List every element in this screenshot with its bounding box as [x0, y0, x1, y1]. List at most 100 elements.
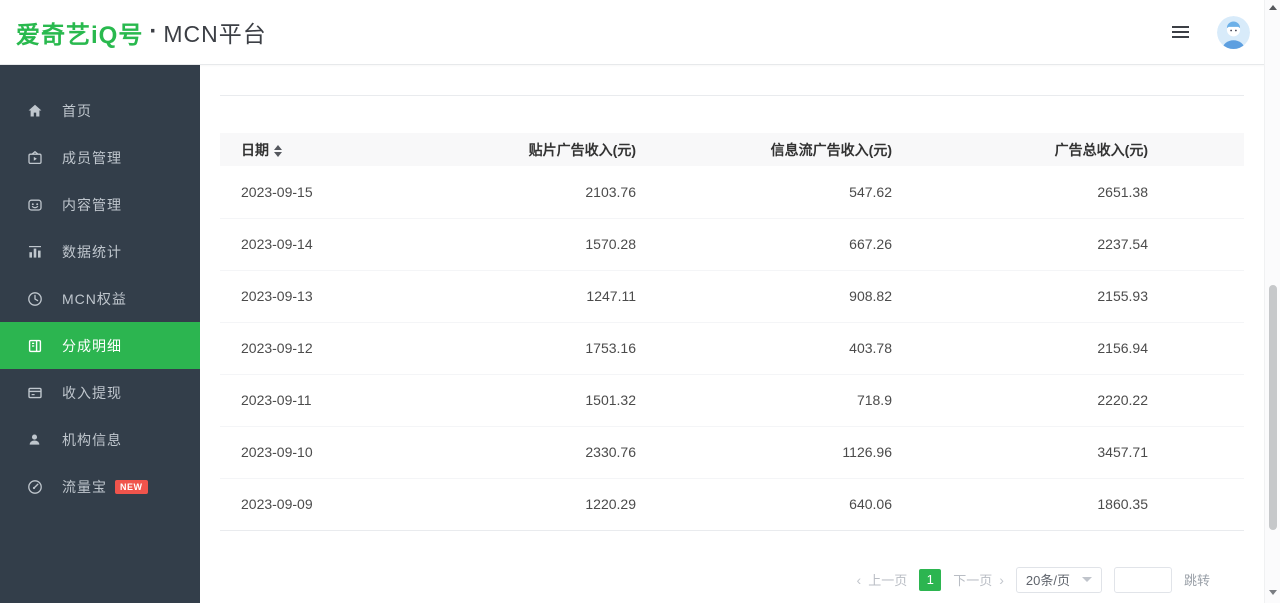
person-icon	[26, 431, 43, 448]
chevron-right-icon: ›	[999, 573, 1004, 587]
sidebar-item-6[interactable]: 收入提现	[0, 369, 200, 416]
table-row: 2023-09-121753.16403.782156.94	[220, 322, 1244, 374]
app-window: 爱奇艺iQ号 · MCN平台 首页成员管理内容管理数据统计 MCN权益分成明细收入…	[0, 0, 1280, 603]
cell-value: 1126.96	[732, 426, 988, 478]
cell-value: 908.82	[732, 270, 988, 322]
cell-value: 2237.54	[988, 218, 1244, 270]
column-header-2: 信息流广告收入(元)	[732, 133, 988, 166]
cell-value: 2330.76	[476, 426, 732, 478]
column-header-label: 信息流广告收入(元)	[771, 142, 892, 158]
revenue-share-icon	[26, 337, 43, 354]
sidebar-item-label: 内容管理	[62, 195, 122, 215]
next-page-label: 下一页	[953, 570, 992, 589]
column-header-0[interactable]: 日期	[220, 133, 476, 166]
page-size-select[interactable]: 20条/页	[1016, 567, 1102, 593]
table-row: 2023-09-102330.761126.963457.71	[220, 426, 1244, 478]
cell-value: 3457.71	[988, 426, 1244, 478]
table-row: 2023-09-152103.76547.622651.38	[220, 166, 1244, 218]
chevron-down-icon	[1082, 577, 1092, 582]
next-page-button[interactable]: 下一页 ›	[953, 570, 1004, 589]
cell-value: 667.26	[732, 218, 988, 270]
top-header: 爱奇艺iQ号 · MCN平台	[0, 0, 1280, 65]
sidebar-item-label: 流量宝	[62, 477, 107, 497]
members-icon	[26, 149, 43, 166]
withdraw-icon	[26, 384, 43, 401]
cell-date: 2023-09-10	[220, 426, 476, 478]
cell-value: 2156.94	[988, 322, 1244, 374]
home-icon	[26, 102, 43, 119]
table-row: 2023-09-111501.32718.92220.22	[220, 374, 1244, 426]
vertical-scrollbar[interactable]	[1264, 0, 1280, 603]
scroll-up-icon[interactable]	[1265, 5, 1280, 10]
current-page-button[interactable]: 1	[919, 569, 941, 591]
main-content: 日期 贴片广告收入(元) 信息流广告收入(元) 广告总收入(元) 2023-09-15…	[200, 65, 1264, 603]
revenue-table: 日期 贴片广告收入(元) 信息流广告收入(元) 广告总收入(元) 2023-09-15…	[220, 133, 1244, 531]
user-avatar[interactable]	[1217, 16, 1250, 49]
sidebar-item-label: 数据统计	[62, 242, 122, 262]
sidebar-item-8[interactable]: 流量宝 NEW	[0, 463, 200, 510]
prev-page-label: 上一页	[868, 570, 907, 589]
cell-value: 2155.93	[988, 270, 1244, 322]
jump-page-input[interactable]	[1114, 567, 1172, 593]
column-header-label: 贴片广告收入(元)	[529, 142, 636, 158]
logo-separator: ·	[149, 18, 157, 46]
cell-value: 547.62	[732, 166, 988, 218]
table-row: 2023-09-131247.11908.822155.93	[220, 270, 1244, 322]
cell-value: 2103.76	[476, 166, 732, 218]
table-row: 2023-09-091220.29640.061860.35	[220, 478, 1244, 530]
hamburger-menu-icon[interactable]	[1172, 26, 1189, 38]
sidebar-item-2[interactable]: 内容管理	[0, 181, 200, 228]
sidebar-item-5[interactable]: 分成明细	[0, 322, 200, 369]
column-header-1: 贴片广告收入(元)	[476, 133, 732, 166]
sidebar-nav: 首页成员管理内容管理数据统计 MCN权益分成明细收入提现机构信息流量宝 NEW	[0, 65, 200, 510]
app-logo[interactable]: 爱奇艺iQ号 · MCN平台	[0, 15, 267, 50]
new-badge: NEW	[115, 480, 148, 494]
scrollbar-thumb[interactable]	[1269, 285, 1277, 530]
sidebar-item-4[interactable]: MCN权益	[0, 275, 200, 322]
traffic-icon	[26, 478, 43, 495]
sidebar-item-7[interactable]: 机构信息	[0, 416, 200, 463]
clock-icon	[26, 290, 43, 307]
content-top-divider	[220, 65, 1244, 96]
sidebar-item-label: MCN权益	[62, 289, 127, 309]
cell-value: 2651.38	[988, 166, 1244, 218]
cell-value: 640.06	[732, 478, 988, 530]
sidebar-item-label: 首页	[62, 101, 92, 121]
sidebar: 首页成员管理内容管理数据统计 MCN权益分成明细收入提现机构信息流量宝 NEW	[0, 65, 200, 603]
sidebar-item-3[interactable]: 数据统计	[0, 228, 200, 275]
sidebar-item-label: 机构信息	[62, 430, 122, 450]
cell-value: 403.78	[732, 322, 988, 374]
column-header-label: 日期	[241, 142, 269, 158]
prev-page-button[interactable]: ‹ 上一页	[857, 570, 908, 589]
sidebar-item-label: 成员管理	[62, 148, 122, 168]
chevron-left-icon: ‹	[857, 573, 862, 587]
table-row: 2023-09-141570.28667.262237.54	[220, 218, 1244, 270]
cell-date: 2023-09-14	[220, 218, 476, 270]
jump-button[interactable]: 跳转	[1184, 570, 1210, 589]
sidebar-item-label: 分成明细	[62, 336, 122, 356]
scroll-down-icon[interactable]	[1265, 590, 1280, 595]
avatar-image	[1217, 16, 1250, 49]
cell-date: 2023-09-15	[220, 166, 476, 218]
cell-date: 2023-09-12	[220, 322, 476, 374]
cell-value: 1753.16	[476, 322, 732, 374]
cell-value: 2220.22	[988, 374, 1244, 426]
column-header-label: 广告总收入(元)	[1055, 142, 1148, 158]
cell-value: 718.9	[732, 374, 988, 426]
cell-date: 2023-09-13	[220, 270, 476, 322]
sort-caret-icon[interactable]	[274, 145, 282, 157]
page-size-value: 20条/页	[1026, 570, 1070, 589]
content-icon	[26, 196, 43, 213]
cell-date: 2023-09-11	[220, 374, 476, 426]
cell-value: 1501.32	[476, 374, 732, 426]
logo-platform-text: MCN平台	[163, 15, 266, 49]
cell-value: 1570.28	[476, 218, 732, 270]
pagination: ‹ 上一页 1 下一页 › 20条/页 跳转	[220, 567, 1244, 593]
revenue-table-container: 日期 贴片广告收入(元) 信息流广告收入(元) 广告总收入(元) 2023-09-15…	[220, 133, 1244, 593]
sidebar-item-0[interactable]: 首页	[0, 87, 200, 134]
sidebar-item-1[interactable]: 成员管理	[0, 134, 200, 181]
cell-value: 1220.29	[476, 478, 732, 530]
cell-value: 1860.35	[988, 478, 1244, 530]
sidebar-item-label: 收入提现	[62, 383, 122, 403]
stats-icon	[26, 243, 43, 260]
